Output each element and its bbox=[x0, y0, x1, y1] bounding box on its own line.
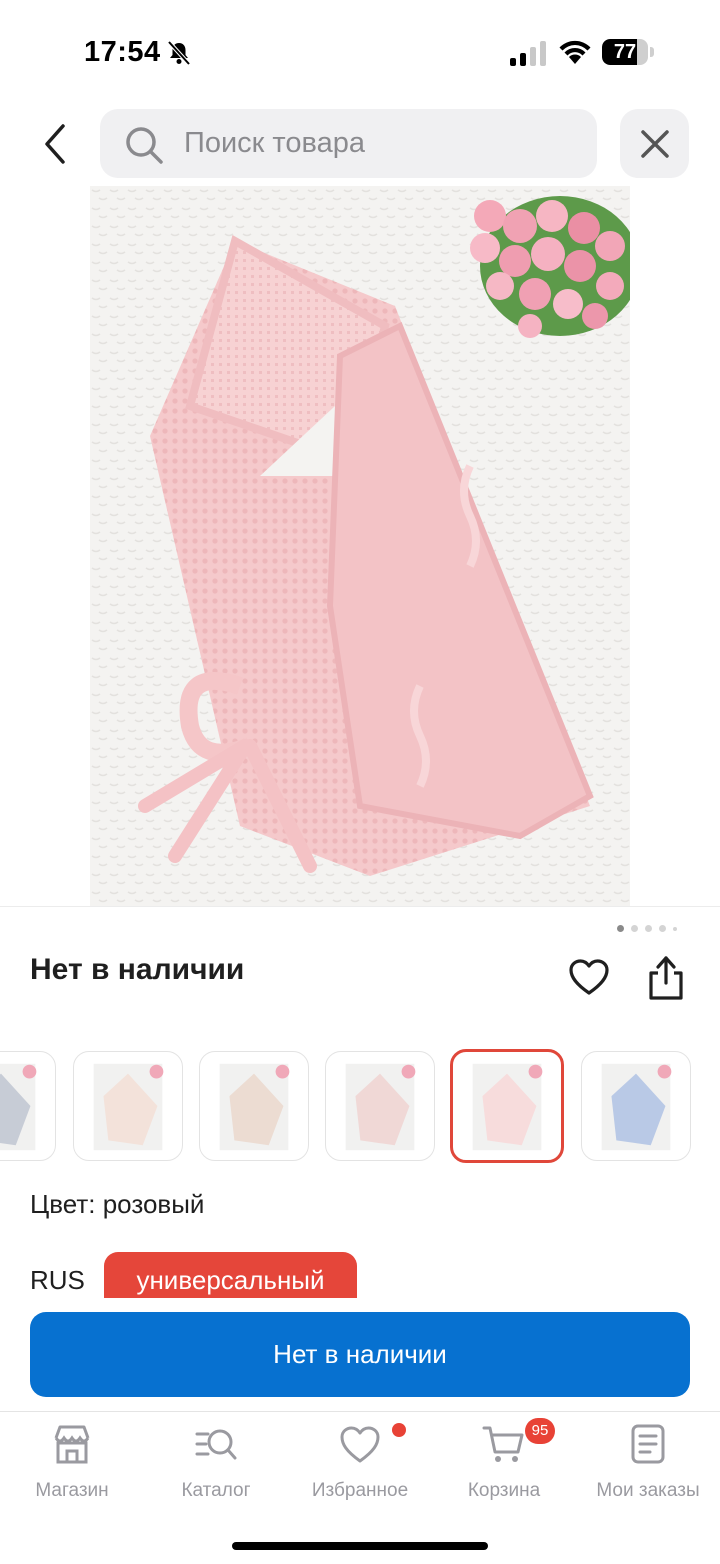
thumbnail-image bbox=[472, 1063, 543, 1151]
thumbnail-image bbox=[345, 1063, 416, 1151]
home-indicator bbox=[232, 1542, 488, 1550]
favorite-button[interactable] bbox=[564, 952, 614, 1002]
size-chip[interactable]: универсальный bbox=[104, 1252, 357, 1298]
heart-icon bbox=[569, 959, 609, 995]
tab-store[interactable]: Магазин bbox=[22, 1422, 122, 1508]
close-icon bbox=[640, 129, 669, 158]
image-divider bbox=[0, 906, 720, 907]
back-button[interactable] bbox=[30, 116, 80, 172]
tab-label: Корзина bbox=[467, 1480, 541, 1501]
heart-icon bbox=[340, 1426, 380, 1463]
bottom-nav-divider bbox=[0, 1411, 720, 1412]
color-label: Цвет: розовый bbox=[30, 1189, 205, 1219]
product-photo bbox=[90, 186, 630, 906]
thumbnail-image bbox=[93, 1063, 164, 1151]
battery-indicator: 77 bbox=[602, 39, 654, 65]
share-icon bbox=[649, 956, 683, 1000]
search-input[interactable] bbox=[184, 109, 584, 178]
chevron-left-icon bbox=[45, 124, 65, 164]
thumbnail-image bbox=[0, 1063, 37, 1151]
image-pager bbox=[617, 925, 677, 932]
cell-signal-icon bbox=[510, 41, 546, 66]
pager-dot bbox=[659, 925, 666, 932]
variant-thumbnail[interactable] bbox=[325, 1051, 435, 1161]
status-time: 17:54 bbox=[84, 36, 161, 68]
thumbnail-image bbox=[601, 1063, 672, 1151]
variant-thumbnail[interactable] bbox=[0, 1051, 56, 1161]
tab-orders[interactable]: Мои заказы bbox=[590, 1422, 706, 1508]
bell-muted-icon bbox=[167, 40, 191, 66]
cart-icon bbox=[482, 1426, 524, 1462]
stock-status-title: Нет в наличии bbox=[30, 953, 245, 986]
catalog-search-icon bbox=[195, 1429, 237, 1460]
variant-thumbnail-selected[interactable] bbox=[450, 1049, 564, 1163]
clear-search-button[interactable] bbox=[620, 109, 689, 178]
pager-dot bbox=[631, 925, 638, 932]
share-button[interactable] bbox=[641, 950, 691, 1004]
size-system-label: RUS bbox=[30, 1265, 85, 1295]
pager-dot bbox=[617, 925, 624, 932]
thumbnail-image bbox=[219, 1063, 290, 1151]
out-of-stock-button[interactable]: Нет в наличии bbox=[30, 1312, 690, 1397]
search-box[interactable] bbox=[100, 109, 597, 178]
wifi-icon bbox=[559, 40, 591, 64]
variant-thumbnail[interactable] bbox=[199, 1051, 309, 1161]
search-icon bbox=[126, 127, 163, 164]
pager-dot bbox=[645, 925, 652, 932]
battery-percent: 77 bbox=[613, 41, 637, 63]
tab-label: Каталог bbox=[181, 1480, 251, 1501]
variant-thumbnail[interactable] bbox=[73, 1051, 183, 1161]
product-image[interactable] bbox=[90, 186, 630, 906]
tab-label: Избранное bbox=[311, 1480, 409, 1501]
tab-label: Магазин bbox=[35, 1480, 109, 1501]
pager-dot bbox=[673, 926, 677, 931]
variant-thumbnail[interactable] bbox=[581, 1051, 691, 1161]
cart-count-badge: 95 bbox=[525, 1418, 555, 1444]
store-icon bbox=[54, 1425, 90, 1464]
status-bar: 17:54 77 bbox=[0, 0, 720, 100]
tab-catalog[interactable]: Каталог bbox=[166, 1422, 266, 1508]
tab-label: Мои заказы bbox=[596, 1480, 700, 1501]
orders-icon bbox=[631, 1424, 665, 1464]
favorites-notification-dot bbox=[392, 1423, 406, 1437]
variant-thumbnails bbox=[0, 1049, 720, 1163]
